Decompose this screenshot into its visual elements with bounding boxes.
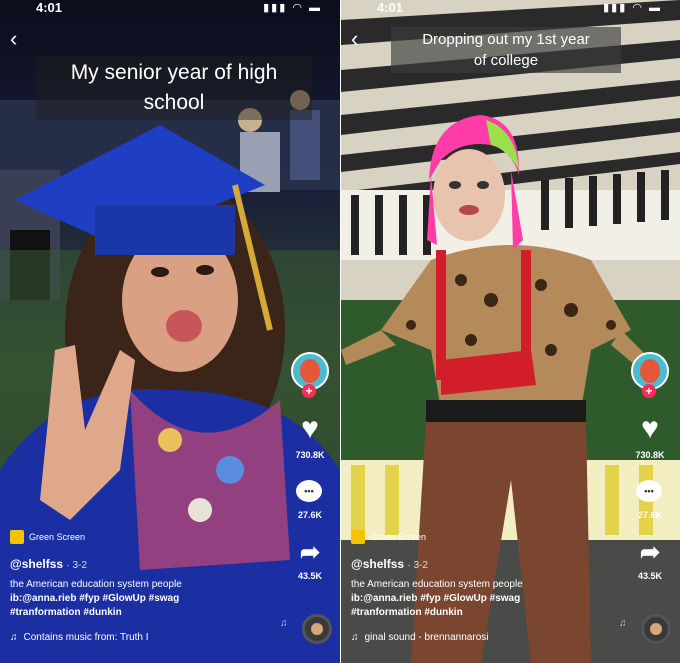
shares-count: 43.5K	[297, 571, 323, 581]
music-disc[interactable]	[641, 614, 671, 644]
comment-icon[interactable]: •••	[636, 480, 662, 502]
caption-line-1: Dropping out my 1st year	[422, 31, 590, 48]
desc-line-1: the American education system people	[10, 579, 182, 590]
share-icon[interactable]: ➦	[628, 538, 672, 567]
video-description: the American education system people ib:…	[10, 578, 182, 620]
status-time: 4:01	[36, 0, 63, 15]
status-time: 4:01	[377, 0, 404, 15]
post-date: · 3-2	[66, 560, 87, 571]
caption-line-2: of college	[473, 52, 539, 69]
username[interactable]: @shelfss	[351, 557, 404, 571]
username-line[interactable]: @shelfss · 3-2	[351, 557, 428, 571]
music-title[interactable]: ginal sound - brennannarosi	[365, 632, 489, 643]
username-line[interactable]: @shelfss · 3-2	[10, 557, 87, 571]
effect-label: Green Screen	[370, 532, 427, 542]
music-disc[interactable]	[302, 614, 332, 644]
heart-icon[interactable]: ♥	[288, 412, 332, 446]
desc-line-1: the American education system people	[351, 579, 523, 590]
right-video-panel[interactable]: 4:01 ▮▮▮ ◠ ▬ ‹ Dropping out my 1st year …	[341, 0, 680, 663]
music-line[interactable]: ♫ Contains music from: Truth I	[10, 632, 149, 643]
post-date: · 3-2	[407, 560, 428, 571]
desc-line-3[interactable]: #tranformation #dunkin	[351, 606, 523, 620]
effect-label: Green Screen	[29, 532, 86, 542]
desc-line-2[interactable]: ib:@anna.rieb #fyp #GlowUp #swag	[10, 592, 182, 606]
video-description: the American education system people ib:…	[351, 578, 523, 620]
comments-count: 27.6K	[637, 510, 663, 520]
video-caption: My senior year of high school	[36, 56, 312, 120]
back-icon[interactable]: ‹	[10, 28, 17, 50]
effect-icon	[351, 530, 365, 544]
floating-note-icon: ♫	[280, 618, 288, 629]
status-icons: ▮▮▮ ◠ ▬	[263, 2, 322, 14]
desc-line-2[interactable]: ib:@anna.rieb #fyp #GlowUp #swag	[351, 592, 523, 606]
music-line[interactable]: ♫ ginal sound - brennannarosi	[351, 632, 488, 643]
comment-icon[interactable]: •••	[296, 480, 322, 502]
video-caption: Dropping out my 1st year of college	[391, 27, 621, 73]
desc-line-3[interactable]: #tranformation #dunkin	[10, 606, 182, 620]
status-bar: 4:01 ▮▮▮ ◠ ▬	[0, 0, 340, 16]
effect-tag[interactable]: Green Screen	[351, 530, 426, 544]
action-rail: + ♥ 730.8K ••• 27.6K ➦ 43.5K	[288, 352, 332, 592]
shares-count: 43.5K	[637, 571, 663, 581]
heart-icon[interactable]: ♥	[628, 412, 672, 446]
action-rail: + ♥ 730.8K ••• 27.6K ➦ 43.5K	[628, 352, 672, 592]
likes-count: 730.8K	[295, 450, 325, 460]
music-note-icon: ♫	[351, 632, 359, 643]
floating-note-icon: ♫	[619, 618, 627, 629]
effect-icon	[10, 530, 24, 544]
back-icon[interactable]: ‹	[351, 28, 358, 50]
effect-tag[interactable]: Green Screen	[10, 530, 85, 544]
comments-count: 27.6K	[297, 510, 323, 520]
left-video-panel[interactable]: 4:01 ▮▮▮ ◠ ▬ ‹ My senior year of high sc…	[0, 0, 340, 663]
music-title[interactable]: Contains music from: Truth I	[24, 632, 149, 643]
follow-plus-icon[interactable]: +	[642, 384, 656, 398]
share-icon[interactable]: ➦	[288, 538, 332, 567]
follow-plus-icon[interactable]: +	[302, 384, 316, 398]
likes-count: 730.8K	[635, 450, 665, 460]
status-bar: 4:01 ▮▮▮ ◠ ▬	[341, 0, 680, 16]
username[interactable]: @shelfss	[10, 557, 63, 571]
music-note-icon: ♫	[10, 632, 18, 643]
status-icons: ▮▮▮ ◠ ▬	[603, 2, 662, 14]
